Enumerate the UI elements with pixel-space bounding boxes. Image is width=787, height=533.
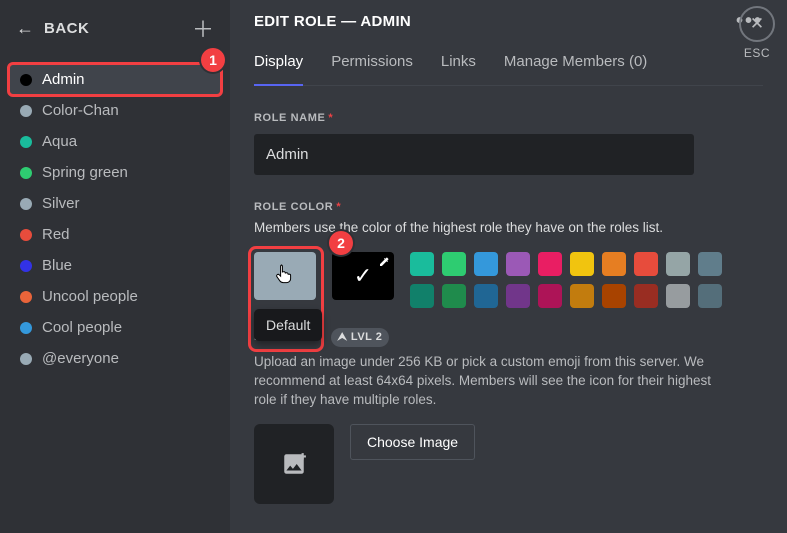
sidebar-role-item[interactable]: Cool people bbox=[10, 312, 220, 343]
sidebar-role-item[interactable]: @everyone bbox=[10, 343, 220, 374]
check-icon: ✓ bbox=[354, 263, 372, 289]
add-role-icon[interactable]: ＋ bbox=[192, 12, 214, 44]
role-label: Red bbox=[42, 226, 70, 243]
color-swatch[interactable] bbox=[538, 284, 562, 308]
main-panel: EDIT ROLE — ADMIN ••• DisplayPermissions… bbox=[230, 0, 787, 533]
color-swatch-row-2 bbox=[410, 284, 722, 308]
sidebar-role-item[interactable]: Uncool people bbox=[10, 281, 220, 312]
sidebar-role-item[interactable]: Color-Chan bbox=[10, 95, 220, 126]
close-button[interactable]: ✕ bbox=[739, 6, 775, 42]
role-label: Silver bbox=[42, 195, 80, 212]
tab[interactable]: Permissions bbox=[331, 53, 413, 86]
role-color-dot bbox=[20, 260, 32, 272]
role-color-label: ROLE COLOR* bbox=[254, 201, 763, 213]
role-label: Cool people bbox=[42, 319, 122, 336]
default-color-tooltip: Default bbox=[254, 309, 322, 341]
role-color-dot bbox=[20, 74, 32, 86]
annotation-badge-2: 2 bbox=[329, 231, 353, 255]
sidebar-role-item[interactable]: Blue bbox=[10, 250, 220, 281]
color-swatch-row-1 bbox=[410, 252, 722, 276]
close-icon: ✕ bbox=[750, 14, 764, 34]
role-label: Spring green bbox=[42, 164, 128, 181]
color-swatch[interactable] bbox=[474, 252, 498, 276]
role-color-dot bbox=[20, 353, 32, 365]
role-color-dot bbox=[20, 198, 32, 210]
back-button[interactable]: ← BACK bbox=[16, 18, 89, 39]
color-swatch[interactable] bbox=[410, 284, 434, 308]
role-color-dot bbox=[20, 291, 32, 303]
color-swatch[interactable] bbox=[570, 284, 594, 308]
color-swatch[interactable] bbox=[442, 284, 466, 308]
color-swatch[interactable] bbox=[410, 252, 434, 276]
color-swatch[interactable] bbox=[570, 252, 594, 276]
role-label: @everyone bbox=[42, 350, 119, 367]
role-color-dot bbox=[20, 105, 32, 117]
choose-image-button[interactable]: Choose Image bbox=[350, 424, 475, 460]
sidebar-role-item[interactable]: Red bbox=[10, 219, 220, 250]
color-swatch[interactable] bbox=[538, 252, 562, 276]
esc-label: ESC bbox=[744, 46, 770, 60]
color-swatch[interactable] bbox=[602, 284, 626, 308]
role-icon-help: Upload an image under 256 KB or pick a c… bbox=[254, 353, 714, 410]
role-color-dot bbox=[20, 229, 32, 241]
color-swatch[interactable] bbox=[666, 284, 690, 308]
cursor-hand-icon bbox=[275, 262, 295, 289]
roles-sidebar: ← BACK ＋ Admin Color-Chan Aqua Spring green… bbox=[0, 0, 230, 533]
tab[interactable]: Manage Members (0) bbox=[504, 53, 647, 86]
arrow-left-icon: ← bbox=[16, 18, 34, 39]
role-color-dot bbox=[20, 136, 32, 148]
role-label: Blue bbox=[42, 257, 72, 274]
default-color-swatch[interactable] bbox=[254, 252, 316, 300]
role-label: Color-Chan bbox=[42, 102, 119, 119]
role-label: Aqua bbox=[42, 133, 77, 150]
sidebar-role-item[interactable]: Admin bbox=[10, 64, 220, 95]
color-swatch[interactable] bbox=[698, 252, 722, 276]
image-add-icon bbox=[281, 451, 307, 477]
color-swatch[interactable] bbox=[634, 252, 658, 276]
back-label: BACK bbox=[44, 20, 89, 37]
color-swatch[interactable] bbox=[634, 284, 658, 308]
color-swatch[interactable] bbox=[506, 284, 530, 308]
color-swatch[interactable] bbox=[442, 252, 466, 276]
color-swatch[interactable] bbox=[474, 284, 498, 308]
role-name-label: ROLE NAME* bbox=[254, 112, 763, 124]
color-swatch[interactable] bbox=[506, 252, 530, 276]
color-swatch[interactable] bbox=[666, 252, 690, 276]
role-label: Uncool people bbox=[42, 288, 138, 305]
sidebar-role-item[interactable]: Spring green bbox=[10, 157, 220, 188]
color-swatch[interactable] bbox=[602, 252, 626, 276]
role-name-input[interactable] bbox=[254, 134, 694, 175]
role-color-dot bbox=[20, 322, 32, 334]
role-color-dot bbox=[20, 167, 32, 179]
tab[interactable]: Links bbox=[441, 53, 476, 86]
role-label: Admin bbox=[42, 71, 85, 88]
sidebar-role-item[interactable]: Aqua bbox=[10, 126, 220, 157]
upload-image-box[interactable] bbox=[254, 424, 334, 504]
tabs: Display Permissions Links Manage Members (0… bbox=[254, 53, 763, 86]
annotation-badge-1: 1 bbox=[201, 48, 225, 72]
page-title: EDIT ROLE — ADMIN bbox=[254, 13, 411, 30]
role-list: Admin Color-Chan Aqua Spring green Silver Red… bbox=[10, 64, 220, 374]
tab[interactable]: Display bbox=[254, 53, 303, 86]
sidebar-role-item[interactable]: Silver bbox=[10, 188, 220, 219]
level-badge: ⮝ LVL 2 bbox=[331, 328, 390, 347]
eyedropper-icon bbox=[378, 256, 390, 271]
color-swatch[interactable] bbox=[698, 284, 722, 308]
custom-color-swatch[interactable]: ✓ bbox=[332, 252, 394, 300]
